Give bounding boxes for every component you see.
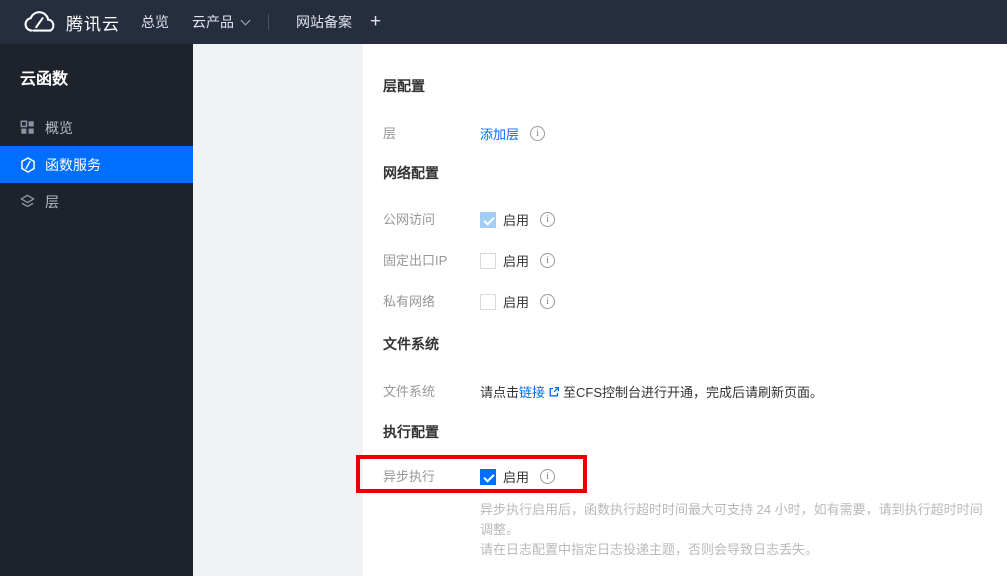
helper-line: 请在日志配置中指定日志投递主题，否则会导致日志丢失。 [480, 542, 819, 557]
form-row-layer: 层 添加层 i [383, 124, 987, 143]
cloud-logo-icon [22, 10, 56, 34]
external-link-icon [548, 386, 560, 401]
grid-icon [20, 120, 36, 136]
filesystem-instruction: 请点击链接 至CFS控制台进行开通，完成后请刷新页面。 [480, 385, 824, 401]
helper-line: 异步执行启用后，函数执行超时时间最大可支持 24 小时，如有需要，请到执行超时时… [480, 502, 983, 537]
info-icon[interactable]: i [540, 253, 556, 268]
nav-divider [268, 14, 269, 30]
row-label: 私有网络 [383, 293, 436, 309]
form-row-async-execution: 异步执行 启用 i [356, 455, 987, 493]
section-heading-network-config: 网络配置 [383, 165, 439, 181]
enable-label: 启用 [503, 213, 530, 228]
form-row-fixed-ip: 固定出口IP 启用 i [383, 251, 987, 270]
info-icon[interactable]: i [540, 294, 556, 309]
function-icon [20, 156, 36, 173]
sidebar-item-overview[interactable]: 概览 [0, 109, 193, 146]
tencent-cloud-logo[interactable]: 腾讯云 [0, 10, 120, 35]
section-heading-execution-config: 执行配置 [383, 424, 439, 440]
enable-label: 启用 [503, 254, 530, 269]
sidebar-title: 云函数 [20, 71, 69, 88]
add-layer-link[interactable]: 添加层 [480, 124, 519, 143]
sidebar-item-layers[interactable]: 层 [0, 183, 193, 220]
section-heading-filesystem: 文件系统 [383, 336, 439, 352]
sidebar-item-label: 概览 [45, 119, 73, 136]
row-label: 公网访问 [383, 211, 436, 227]
info-icon[interactable]: i [540, 212, 556, 227]
topbar: 腾讯云 总览 云产品 网站备案 + [0, 0, 1007, 44]
brand-text: 腾讯云 [66, 14, 120, 34]
checkbox-async-execution[interactable] [480, 468, 496, 485]
enable-label: 启用 [503, 470, 530, 485]
add-tab-button[interactable]: + [370, 11, 381, 33]
sidebar-item-label: 层 [45, 193, 59, 210]
enable-label: 启用 [503, 295, 530, 310]
checkbox-fixed-ip[interactable] [480, 252, 496, 269]
function-config-panel: 层配置 层 添加层 i 网络配置 公网访问 启用 i 固定出口IP 启用 i 私… [356, 44, 1007, 576]
secondary-panel-gutter [193, 44, 363, 576]
form-row-vpc: 私有网络 启用 i [383, 292, 987, 311]
section-heading-layer-config: 层配置 [383, 78, 425, 94]
form-row-filesystem: 文件系统 请点击链接 至CFS控制台进行开通，完成后请刷新页面。 [383, 382, 987, 401]
row-label: 文件系统 [383, 383, 436, 399]
checkbox-public-access[interactable] [480, 211, 496, 228]
nav-item-overview[interactable]: 总览 [141, 12, 169, 32]
sidebar-item-function-service[interactable]: 函数服务 [0, 146, 193, 183]
row-label: 异步执行 [383, 468, 436, 484]
chevron-down-icon [240, 15, 251, 25]
row-label: 固定出口IP [383, 252, 448, 268]
sidebar: 云函数 概览 函数服务 层 [0, 44, 193, 576]
nav-item-cloud-products[interactable]: 云产品 [192, 12, 251, 32]
checkbox-vpc[interactable] [480, 293, 496, 310]
nav-item-icp-record[interactable]: 网站备案 [296, 12, 352, 32]
form-row-public-access: 公网访问 启用 i [383, 210, 987, 229]
info-icon[interactable]: i [540, 469, 556, 484]
row-label: 层 [383, 125, 397, 141]
layers-icon [20, 194, 36, 210]
cfs-console-link[interactable]: 链接 [519, 385, 545, 400]
sidebar-item-label: 函数服务 [45, 156, 101, 173]
info-icon[interactable]: i [530, 126, 546, 141]
async-helper-text: 异步执行启用后，函数执行超时时间最大可支持 24 小时，如有需要，请到执行超时时… [480, 500, 987, 560]
